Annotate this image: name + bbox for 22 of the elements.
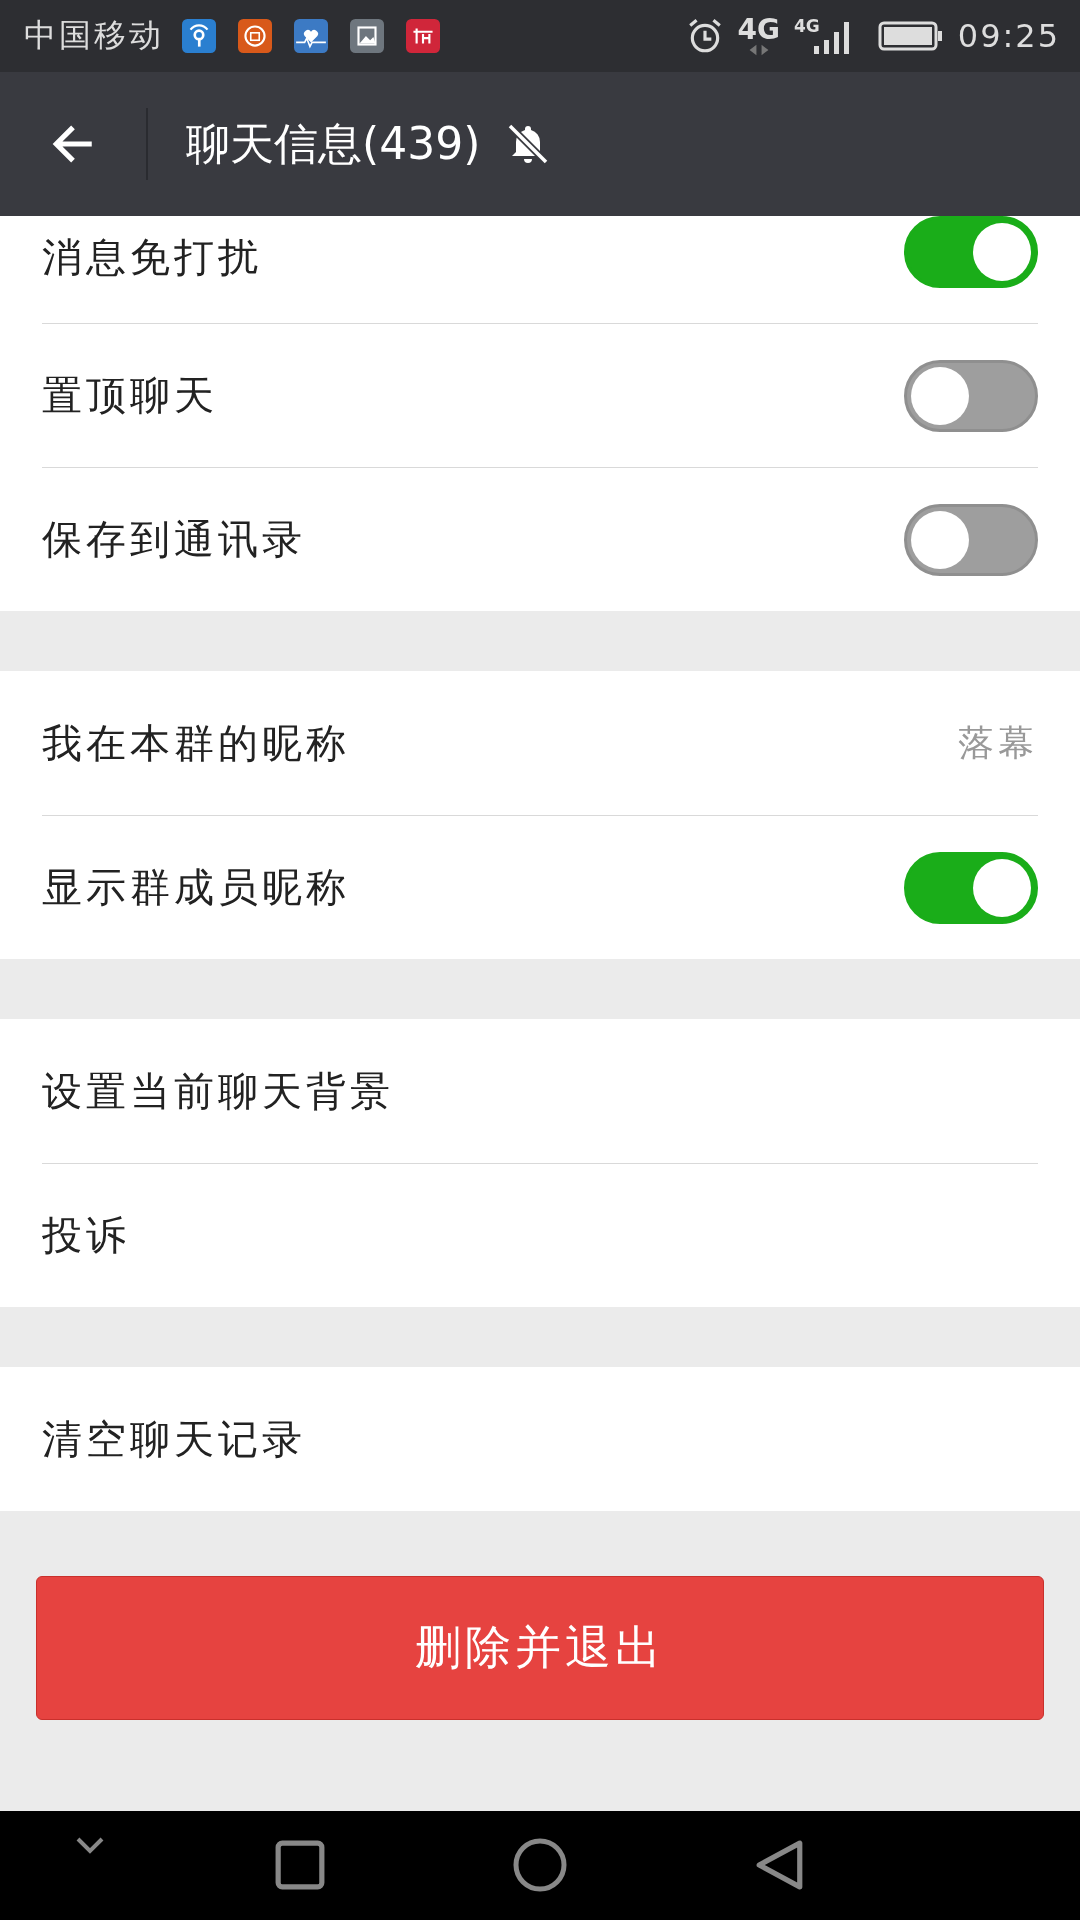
settings-row[interactable]: 消息免打扰 (42, 216, 1038, 323)
wifi-key-app-icon (182, 19, 216, 53)
settings-row[interactable]: 清空聊天记录 (42, 1367, 1038, 1511)
gallery-app-icon (350, 19, 384, 53)
chevron-down-icon[interactable] (75, 1835, 105, 1855)
delete-and-exit-button[interactable]: 删除并退出 (36, 1576, 1044, 1720)
heart-rate-app-icon (294, 19, 328, 53)
settings-row[interactable]: 保存到通讯录 (42, 467, 1038, 611)
nickname-value: 落幕 (958, 720, 1038, 765)
chat-info-title: 聊天信息(439) (186, 116, 481, 171)
settings-row[interactable]: 我在本群的昵称 落幕 (42, 671, 1038, 815)
settings-row[interactable]: 显示群成员昵称 (42, 815, 1038, 959)
signal-type: 4G (794, 16, 820, 36)
clock-time: 09:25 (957, 17, 1060, 55)
settings-row[interactable]: 置顶聊天 (42, 323, 1038, 467)
home-circle-icon[interactable] (512, 1837, 568, 1893)
battery-icon (877, 20, 944, 52)
network-type: 4G (737, 16, 780, 44)
recents-square-icon[interactable] (274, 1839, 326, 1891)
carrier-name: 中国移动 (24, 15, 164, 56)
settings-row[interactable]: 投诉 (42, 1163, 1038, 1307)
settings-row[interactable]: 设置当前聊天背景 (42, 1019, 1038, 1163)
